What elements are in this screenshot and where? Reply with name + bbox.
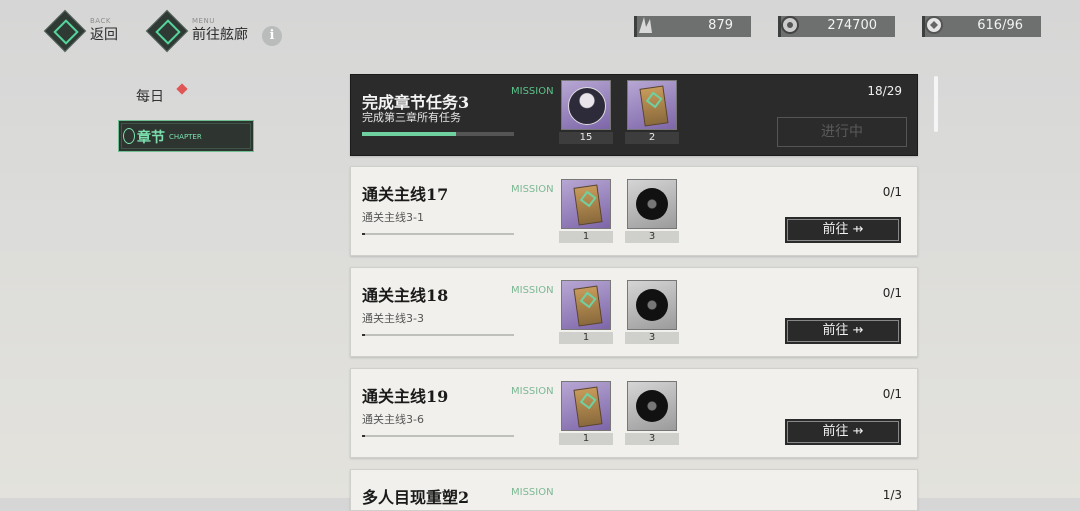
mission-count: 0/1 xyxy=(882,387,902,401)
tab-daily[interactable]: 每日 xyxy=(136,86,164,106)
reward-item[interactable]: 15 xyxy=(559,80,613,144)
mission-desc: 通关主线3-6 xyxy=(362,413,424,426)
reward-qty: 2 xyxy=(625,132,679,144)
reward-item[interactable]: 1 xyxy=(559,179,613,243)
mission-desc: 通关主线3-1 xyxy=(362,211,424,224)
coin-icon xyxy=(781,16,799,34)
back-button[interactable]: BACK 返回 xyxy=(43,9,118,53)
back-label-en: BACK xyxy=(90,17,111,25)
mission-card: 通关主线17 通关主线3-1 MISSION 1 3 0/1 前往 ⇸ xyxy=(350,166,918,256)
scrollbar[interactable] xyxy=(934,76,938,132)
chapter-icon xyxy=(123,128,135,144)
mission-count: 0/1 xyxy=(882,286,902,300)
mission-title: 通关主线17 xyxy=(362,185,449,204)
mission-tag: MISSION xyxy=(511,386,554,397)
reward-item[interactable]: 3 xyxy=(625,179,679,243)
mission-progress-bar xyxy=(362,334,514,336)
mission-tag: MISSION xyxy=(511,86,554,97)
tab-chapter-label: 章节 xyxy=(137,130,165,146)
mission-tag: MISSION xyxy=(511,285,554,296)
go-button[interactable]: 前往 ⇸ xyxy=(785,419,901,445)
reward-item[interactable]: 2 xyxy=(625,80,679,144)
menu-label-en: MENU xyxy=(192,17,215,25)
mission-card: 多人目现重塑2 MISSION 1/3 xyxy=(350,469,918,511)
reward-item[interactable]: 1 xyxy=(559,381,613,445)
mission-progress-bar xyxy=(362,435,514,437)
reward-item[interactable]: 1 xyxy=(559,280,613,344)
mission-progress-bar xyxy=(362,233,514,235)
menu-icon xyxy=(145,9,189,53)
resource-coin[interactable]: 274700 xyxy=(778,16,895,37)
resource-crystal-value: 879 xyxy=(708,18,733,33)
reward-qty: 1 xyxy=(559,433,613,445)
mission-title: 通关主线18 xyxy=(362,286,449,305)
ticket-icon xyxy=(573,184,603,226)
reward-qty: 3 xyxy=(625,332,679,344)
go-button-label: 前往 xyxy=(822,424,849,439)
mission-card: 完成章节任务3 完成第三章所有任务 MISSION 15 2 18/29 进行中 xyxy=(350,74,918,156)
in-progress-status: 进行中 xyxy=(777,117,907,147)
go-button[interactable]: 前往 ⇸ xyxy=(785,217,901,243)
reward-qty: 3 xyxy=(625,433,679,445)
stamina-icon xyxy=(925,16,943,34)
mission-card: 通关主线18 通关主线3-3 MISSION 1 3 0/1 前往 ⇸ xyxy=(350,267,918,357)
tab-chapter-label-en: CHAPTER xyxy=(169,133,202,141)
mission-title: 多人目现重塑2 xyxy=(362,488,470,507)
reward-item[interactable]: 3 xyxy=(625,381,679,445)
back-label: 返回 xyxy=(90,27,118,43)
vinyl-record-icon xyxy=(636,390,668,422)
vinyl-record-icon xyxy=(636,188,668,220)
vinyl-record-icon xyxy=(636,289,668,321)
resource-coin-value: 274700 xyxy=(827,18,877,33)
menu-label: 前往舷廊 xyxy=(192,27,248,43)
reward-qty: 1 xyxy=(559,332,613,344)
reward-item[interactable]: 3 xyxy=(625,280,679,344)
go-button-label: 前往 xyxy=(822,323,849,338)
menu-button[interactable]: MENU 前往舷廊 xyxy=(145,9,248,53)
mission-tag: MISSION xyxy=(511,184,554,195)
ticket-icon xyxy=(573,386,603,428)
mission-count: 18/29 xyxy=(867,84,902,98)
mission-count: 1/3 xyxy=(882,488,902,502)
mission-card: 通关主线19 通关主线3-6 MISSION 1 3 0/1 前往 ⇸ xyxy=(350,368,918,458)
crystal-icon xyxy=(639,17,652,33)
go-button-label: 前往 xyxy=(822,222,849,237)
ticket-icon xyxy=(639,85,669,127)
mission-count: 0/1 xyxy=(882,185,902,199)
reward-qty: 15 xyxy=(559,132,613,144)
mission-desc: 完成第三章所有任务 xyxy=(362,111,461,124)
mission-progress-bar xyxy=(362,132,514,136)
reward-qty: 3 xyxy=(625,231,679,243)
resource-stamina-value: 616/96 xyxy=(977,18,1023,33)
info-icon[interactable]: i xyxy=(262,26,282,46)
resource-stamina[interactable]: 616/96 xyxy=(922,16,1041,37)
resource-crystal[interactable]: 879 xyxy=(634,16,751,37)
mission-desc: 通关主线3-3 xyxy=(362,312,424,325)
reward-qty: 1 xyxy=(559,231,613,243)
tab-chapter[interactable]: 章节 CHAPTER xyxy=(118,120,254,152)
notification-dot-icon xyxy=(176,83,188,95)
go-button[interactable]: 前往 ⇸ xyxy=(785,318,901,344)
ticket-icon xyxy=(573,285,603,327)
back-icon xyxy=(43,9,87,53)
character-avatar-icon xyxy=(568,87,606,125)
mission-tag: MISSION xyxy=(511,487,554,498)
mission-title: 通关主线19 xyxy=(362,387,449,406)
